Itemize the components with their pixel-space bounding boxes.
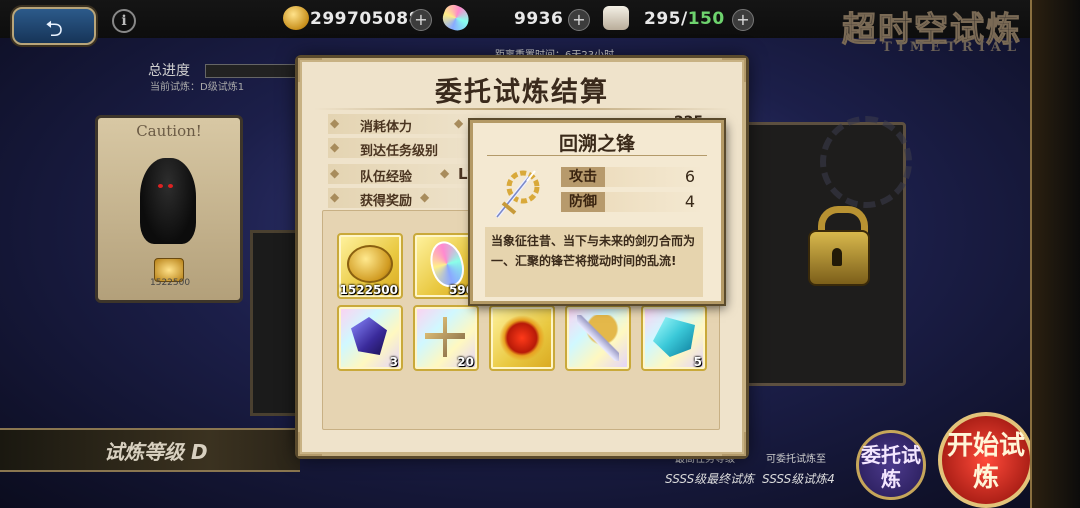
highest-level-value: SSSS级最终试炼 [665,472,755,486]
reward-slot[interactable]: 20 [413,305,479,371]
caution-label: Caution! [136,122,202,140]
stamina-current: 295 [644,9,681,29]
info-icon[interactable]: i [112,9,136,33]
ice-crystal-icon [653,317,695,357]
stat-label: 攻击 [561,167,605,187]
reward-slot[interactable] [565,305,631,371]
gold-coin-icon [283,6,309,30]
progress-bar [205,64,307,78]
reward-slot[interactable] [489,305,555,371]
crystal-amount: 9936 [514,9,564,29]
gold-coin-icon [347,245,393,283]
reward-count: 5 [693,355,702,369]
tooltip-description: 当象征往昔、当下与未来的剑刃合而为一、汇聚的锋芒将搅动时间的乱流! [485,227,703,297]
dialog-title: 委托试炼结算 [435,77,609,108]
row-label: 到达任务级别 [360,144,439,159]
stat-value: 6 [684,167,695,186]
keyhole-icon [832,248,842,266]
reward-slot[interactable]: 3 [337,305,403,371]
reward-count: 1522500 [339,283,398,297]
row-label: 队伍经验 [360,170,413,185]
card-coin-count: 1522500 [150,278,191,288]
row-label: 消耗体力 [360,120,413,135]
stamina-icon [603,6,629,30]
reward-count: 3 [389,355,398,369]
item-tooltip: 回溯之锋 攻击 6 防御 4 当象征往昔、当下与未来的剑刃合而为一、汇聚的锋芒将… [470,120,724,304]
stamina-separator: / [681,9,688,29]
entrust-trial-button[interactable]: 委托试炼 [856,430,926,500]
gear-icon [820,116,912,208]
add-gold-button[interactable]: + [410,9,432,31]
tooltip-title: 回溯之锋 [558,133,635,155]
tooltip-divider [487,155,707,156]
silver-cross-icon [425,317,465,357]
stamina-max: 150 [687,9,725,29]
back-arrow-icon: ⮌ [45,17,63,42]
stat-value: 4 [684,192,695,211]
trial-level-label: 试炼等级 D [104,440,208,464]
corner-ornament [722,58,746,82]
corner-ornament [298,58,322,82]
title-divider [314,108,730,110]
chrono-sword-icon [489,165,547,223]
current-trial-label: 当前试炼：D级试炼1 [150,82,245,93]
gold-amount: 299705088 [310,9,421,29]
stat-defense: 防御 4 [561,192,703,212]
stamina-amount: 295/150 [644,9,725,29]
reward-count: 20 [457,355,474,369]
chrono-sword-icon [577,315,619,361]
right-frame [1030,0,1080,508]
trial-card-caution[interactable]: Caution! 1522500 [95,115,243,303]
entrustable-label: 可委托试炼至 [766,454,826,465]
stat-label: 防御 [561,192,605,212]
game-logo-subtitle: TIMETRIAL [882,40,1022,55]
entrustable-value: SSSS级试炼4 [762,472,835,486]
add-stamina-button[interactable]: + [732,9,754,31]
add-crystal-button[interactable]: + [568,9,590,31]
row-label: 获得奖励 [360,194,413,209]
red-eyes-icon [158,184,163,188]
corner-ornament [722,432,746,456]
start-trial-button[interactable]: 开始试炼 [938,412,1034,508]
reward-slot[interactable]: 5 [641,305,707,371]
reward-slot[interactable]: 1522500 [337,233,403,299]
dark-shard-icon [351,317,387,355]
stat-attack: 攻击 6 [561,167,703,187]
back-button[interactable]: ⮌ [12,7,96,45]
progress-label: 总进度 [148,63,190,79]
hooded-figure-icon [140,158,196,244]
fire-sun-icon [499,315,545,361]
corner-ornament [298,432,322,456]
